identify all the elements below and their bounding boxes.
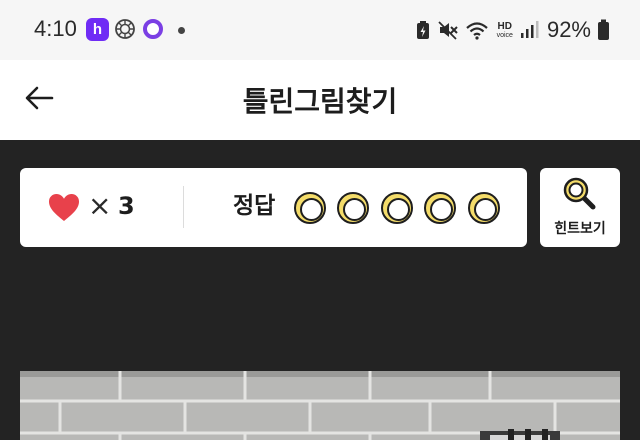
answer-slot-5 — [468, 192, 500, 224]
tile-wall-picture — [20, 371, 620, 440]
puzzle-image[interactable] — [20, 371, 620, 440]
system-icons: HD voice 92% — [415, 16, 610, 44]
battery-saver-icon — [416, 21, 429, 39]
signal-icon — [520, 21, 539, 38]
battery-icon — [598, 19, 609, 40]
page-title: 틀린그림찾기 — [242, 85, 398, 118]
battery-percent: 92% — [546, 17, 591, 42]
h-app-icon: h — [86, 18, 109, 41]
answer-slot-1 — [294, 192, 326, 224]
answer-slot-2 — [337, 192, 369, 224]
status-bar: 4:10 h HD voice 92% — [0, 0, 640, 60]
answer-label: 정답 — [233, 193, 276, 219]
hd-label: HD — [497, 20, 512, 32]
answer-slot-4 — [424, 192, 456, 224]
answer-slot-3 — [381, 192, 413, 224]
magnifier-icon — [563, 177, 596, 210]
gear-icon — [115, 19, 135, 39]
hint-label: 힌트보기 — [554, 221, 606, 237]
lives-count: 3 — [118, 192, 135, 220]
voice-label: voice — [496, 31, 513, 39]
times-sign: × — [88, 189, 112, 222]
app-header: 틀린그림찾기 — [0, 60, 640, 140]
ring-app-icon — [143, 19, 163, 39]
hd-voice-icon: HD voice — [496, 20, 513, 39]
mute-icon — [437, 21, 458, 40]
divider — [183, 186, 184, 228]
status-time: 4:10 — [34, 16, 77, 41]
heart-icon — [49, 194, 79, 221]
notification-dot — [178, 27, 185, 34]
wifi-icon — [465, 22, 488, 40]
hint-button[interactable]: 힌트보기 — [540, 168, 620, 247]
game-area: × 3 정답 힌트보기 — [0, 140, 640, 440]
scoreboard: × 3 정답 — [20, 168, 527, 247]
